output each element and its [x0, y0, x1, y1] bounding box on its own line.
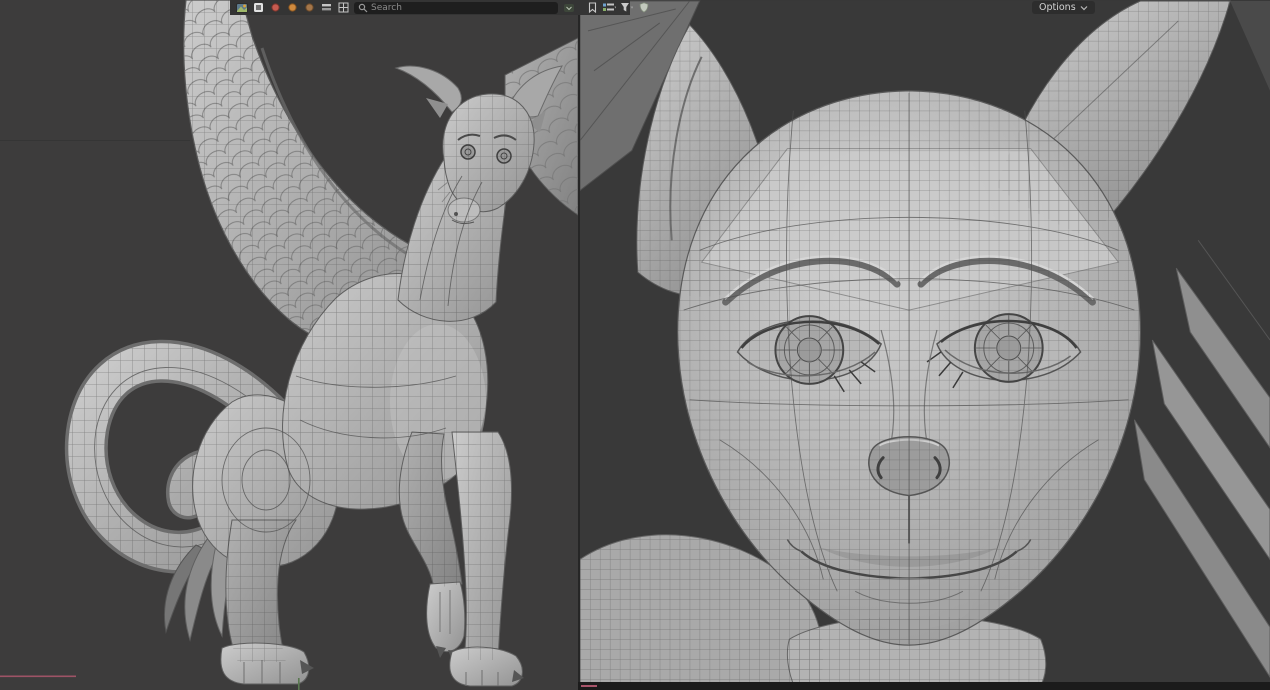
axis-x-red-segment: [581, 685, 597, 687]
horn-left: [396, 66, 461, 112]
editor-type-icon[interactable]: [235, 1, 248, 14]
wireframe-overlay: [184, 0, 534, 662]
search-icon: [358, 3, 368, 13]
bottom-editor-strip[interactable]: [578, 682, 1270, 690]
layers-icon[interactable]: [320, 1, 333, 14]
filter-icon[interactable]: [620, 1, 633, 14]
sphere-orange-icon[interactable]: [286, 1, 299, 14]
display-mode-icon[interactable]: [603, 1, 616, 14]
search-input[interactable]: [354, 2, 558, 14]
shield-icon[interactable]: [637, 1, 650, 14]
axis-y-green: [298, 678, 300, 690]
bookmark-icon[interactable]: [586, 1, 599, 14]
face-render: [580, 0, 1270, 690]
options-label: Options: [1039, 1, 1076, 14]
image-icon[interactable]: [252, 1, 265, 14]
full-body-render: [0, 0, 578, 690]
viewport-face-closeup[interactable]: [578, 0, 1270, 690]
sphere-red-icon[interactable]: [269, 1, 282, 14]
viewport-full-body[interactable]: [0, 0, 578, 690]
sphere-brown-icon[interactable]: [303, 1, 316, 14]
dropdown-caret-icon[interactable]: [562, 1, 575, 14]
blender-window: Options: [0, 0, 1270, 690]
editor-header: [230, 0, 630, 15]
options-button[interactable]: Options: [1032, 1, 1095, 14]
grid-icon[interactable]: [337, 1, 350, 14]
axis-x-red: [0, 676, 76, 678]
chevron-down-icon: [1080, 5, 1088, 11]
